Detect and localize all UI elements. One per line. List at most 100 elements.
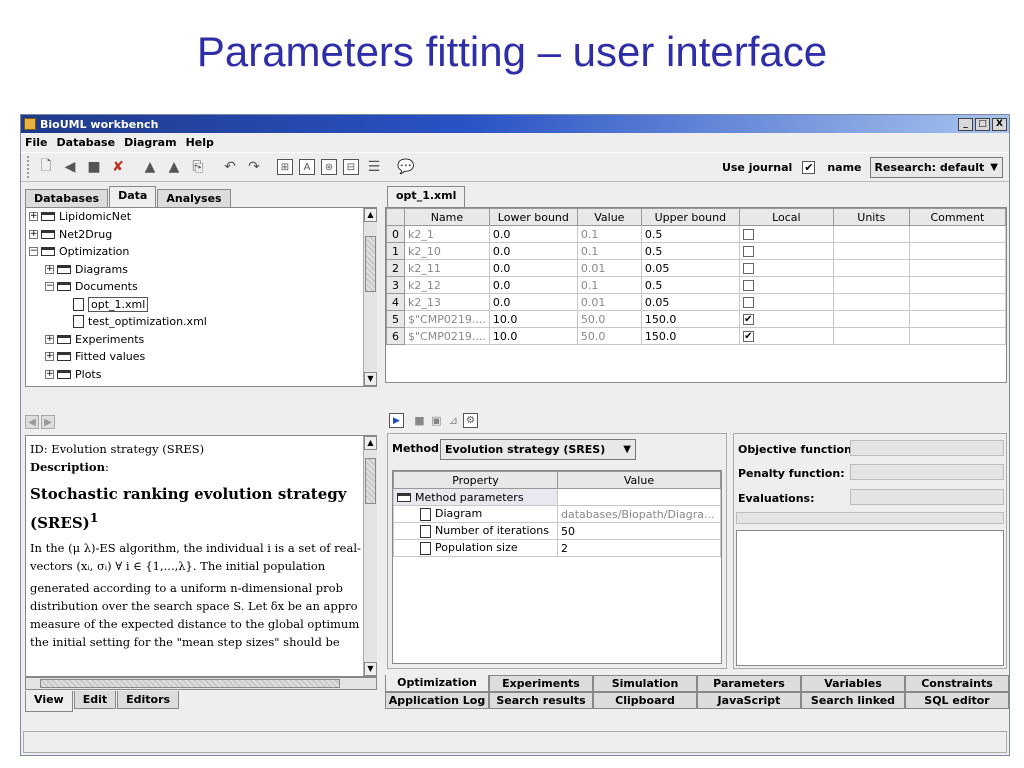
table-row[interactable]: 1 k2_10 0.0 0.1 0.5	[386, 242, 1007, 260]
tab-experiments[interactable]: Experiments	[489, 675, 593, 692]
tab-sql-editor[interactable]: SQL editor	[905, 692, 1009, 709]
tab-optimization[interactable]: Optimization	[385, 675, 489, 692]
column-header[interactable]: Value	[576, 208, 642, 226]
method-select[interactable]: Evolution strategy (SRES) ▼	[440, 439, 636, 460]
tree-node[interactable]: + LipidomicNet	[26, 208, 376, 226]
journal-select[interactable]: Research: default ▼	[869, 157, 1003, 178]
table-row[interactable]: 2 k2_11 0.0 0.01 0.05	[386, 259, 1007, 277]
comment-cell[interactable]	[908, 225, 1007, 243]
tab-analyses[interactable]: Analyses	[157, 189, 231, 207]
tree-node[interactable]: + Experiments	[26, 331, 376, 349]
expand-icon[interactable]: +	[45, 352, 54, 362]
local-cell[interactable]	[738, 293, 834, 311]
property-value[interactable]: databases/Biopath/Diagra...	[557, 505, 721, 523]
name-cell[interactable]: $"CMP0219....	[404, 327, 490, 345]
local-checkbox[interactable]	[742, 229, 754, 240]
local-checkbox[interactable]	[742, 280, 754, 291]
tree-node[interactable]: + Plots	[26, 366, 376, 384]
units-cell[interactable]	[832, 293, 910, 311]
column-header[interactable]: Local	[738, 208, 834, 226]
print-icon[interactable]: ▲	[141, 158, 159, 176]
value-cell[interactable]: 0.01	[576, 259, 642, 277]
lower-cell[interactable]: 0.0	[488, 293, 578, 311]
delete-icon[interactable]: ✘	[109, 158, 127, 176]
upper-cell[interactable]: 0.05	[640, 259, 740, 277]
value-cell[interactable]: 0.1	[576, 276, 642, 294]
table-row[interactable]: 3 k2_12 0.0 0.1 0.5	[386, 276, 1007, 294]
tab-search-linked[interactable]: Search linked	[801, 692, 905, 709]
column-header[interactable]: Name	[404, 208, 490, 226]
menu-database[interactable]: Database	[57, 136, 116, 149]
lower-cell[interactable]: 0.0	[488, 259, 578, 277]
tab-document[interactable]: opt_1.xml	[387, 186, 466, 207]
property-value[interactable]: 2	[557, 539, 721, 557]
tab-databases[interactable]: Databases	[25, 189, 109, 207]
chart-icon[interactable]: ⊿	[446, 413, 461, 428]
column-header[interactable]: Upper bound	[640, 208, 740, 226]
collapse-icon[interactable]: −	[29, 247, 38, 257]
comment-cell[interactable]	[908, 310, 1007, 328]
name-cell[interactable]: k2_10	[404, 242, 490, 260]
layout-icon[interactable]: ⊛	[321, 159, 337, 175]
use-journal-checkbox[interactable]: ✔	[802, 161, 816, 174]
comment-cell[interactable]	[908, 259, 1007, 277]
upper-cell[interactable]: 0.5	[640, 225, 740, 243]
local-checkbox[interactable]: ✔	[742, 314, 754, 325]
upper-cell[interactable]: 150.0	[640, 327, 740, 345]
tree-layout-icon[interactable]: ⊟	[343, 159, 359, 175]
expand-icon[interactable]: +	[29, 212, 38, 222]
comment-cell[interactable]	[908, 276, 1007, 294]
table-row[interactable]: 4 k2_13 0.0 0.01 0.05	[386, 293, 1007, 311]
value-cell[interactable]: 0.01	[576, 293, 642, 311]
maximize-button[interactable]: □	[975, 117, 990, 131]
lower-cell[interactable]: 0.0	[488, 242, 578, 260]
property-group-row[interactable]: Method parameters	[393, 488, 721, 506]
tree-node[interactable]: + Diagrams	[26, 261, 376, 279]
pause-icon[interactable]: ▣	[429, 413, 444, 428]
lower-cell[interactable]: 0.0	[488, 276, 578, 294]
local-cell[interactable]	[738, 242, 834, 260]
local-checkbox[interactable]	[742, 263, 754, 274]
local-checkbox[interactable]	[742, 246, 754, 257]
name-cell[interactable]: k2_11	[404, 259, 490, 277]
name-cell[interactable]: k2_12	[404, 276, 490, 294]
tab-editors[interactable]: Editors	[117, 691, 180, 709]
forward-arrow-icon[interactable]: ▶	[41, 415, 55, 429]
units-cell[interactable]	[832, 310, 910, 328]
units-cell[interactable]	[832, 276, 910, 294]
upper-cell[interactable]: 0.5	[640, 242, 740, 260]
upper-cell[interactable]: 0.05	[640, 293, 740, 311]
tab-search-results[interactable]: Search results	[489, 692, 593, 709]
tab-javascript[interactable]: JavaScript	[697, 692, 801, 709]
undo-icon[interactable]: ↶	[221, 158, 239, 176]
stop-icon[interactable]: ■	[412, 413, 427, 428]
expand-icon[interactable]: +	[45, 369, 54, 379]
value-cell[interactable]: 0.1	[576, 225, 642, 243]
close-button[interactable]: X	[992, 117, 1007, 131]
grid-icon[interactable]: ⊞	[277, 159, 293, 175]
upper-cell[interactable]: 0.5	[640, 276, 740, 294]
comment-cell[interactable]	[908, 293, 1007, 311]
tree-node[interactable]: + Fitted values	[26, 348, 376, 366]
tree-node[interactable]: − Documents	[26, 278, 376, 296]
stop-icon[interactable]: ■	[85, 158, 103, 176]
table-row[interactable]: 0 k2_1 0.0 0.1 0.5	[386, 225, 1007, 243]
scroll-up-arrow[interactable]: ▲	[364, 436, 377, 450]
back-arrow-icon[interactable]: ◀	[25, 415, 39, 429]
tree-node[interactable]: opt_1.xml	[26, 296, 376, 314]
scroll-thumb[interactable]	[365, 458, 376, 504]
export-icon[interactable]: ⎘	[189, 158, 207, 176]
property-row[interactable]: Population size 2	[393, 539, 721, 557]
name-cell[interactable]: $"CMP0219....	[404, 310, 490, 328]
expand-icon[interactable]: +	[45, 264, 54, 274]
tab-edit[interactable]: Edit	[73, 691, 117, 709]
lower-cell[interactable]: 10.0	[488, 327, 578, 345]
units-cell[interactable]	[832, 327, 910, 345]
tree-node[interactable]: test_optimization.xml	[26, 313, 376, 331]
column-header[interactable]	[386, 208, 405, 226]
tab-view[interactable]: View	[25, 691, 73, 712]
comment-cell[interactable]	[908, 327, 1007, 345]
column-header[interactable]: Comment	[908, 208, 1007, 226]
new-icon[interactable]: 🗋	[37, 158, 55, 176]
tree-scrollbar[interactable]: ▲ ▼	[363, 208, 377, 386]
